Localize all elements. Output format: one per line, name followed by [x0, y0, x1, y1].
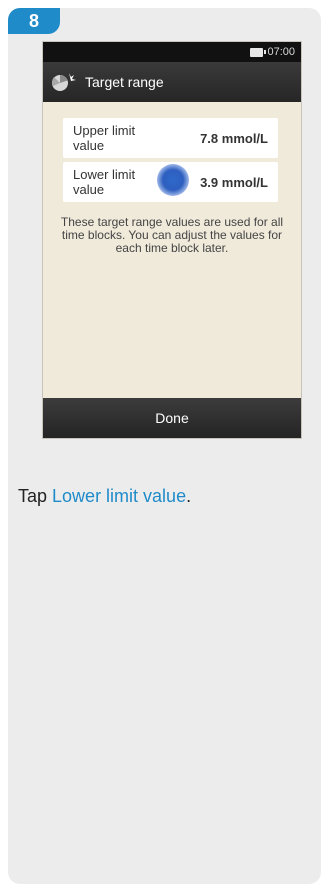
target-range-icon	[52, 73, 76, 91]
lower-limit-label: Lower limit value	[73, 167, 136, 197]
info-text: These target range values are used for a…	[60, 215, 284, 255]
device-screen: 07:00 Target range Upper limit value 7.8…	[43, 42, 301, 438]
upper-limit-label: Upper limit value	[73, 123, 136, 153]
lower-limit-row[interactable]: Lower limit value 3.9 mmol/L	[63, 162, 278, 202]
status-bar: 07:00	[43, 42, 301, 62]
done-label: Done	[155, 410, 189, 426]
upper-limit-row[interactable]: Upper limit value 7.8 mmol/L	[63, 118, 278, 158]
step-badge: 8	[8, 8, 60, 34]
screen-body: Upper limit value 7.8 mmol/L Lower limit…	[43, 102, 301, 398]
status-time: 07:00	[267, 46, 295, 58]
instruction-link: Lower limit value	[52, 486, 187, 506]
done-button[interactable]: Done	[43, 398, 301, 438]
instruction-card: 8 07:00 Target range Upper limit value 7…	[8, 8, 321, 884]
instruction-text: Tap Lower limit value.	[18, 486, 191, 507]
battery-icon	[250, 47, 267, 57]
screen-title: Target range	[85, 74, 164, 90]
upper-limit-value: 7.8 mmol/L	[200, 130, 268, 146]
lower-limit-value: 3.9 mmol/L	[200, 174, 268, 190]
instruction-prefix: Tap	[18, 486, 53, 506]
instruction-suffix: .	[186, 486, 192, 506]
title-bar: Target range	[43, 62, 301, 102]
